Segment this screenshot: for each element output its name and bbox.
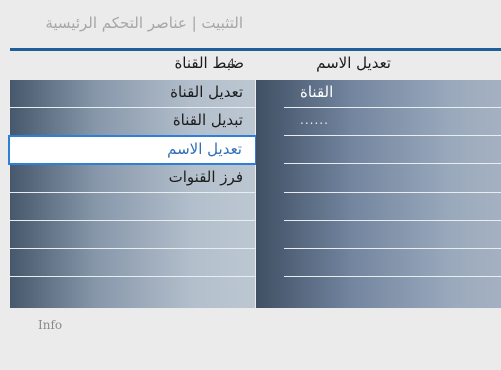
right-menu-panel: القناة ...... <box>256 80 501 308</box>
submenu-item-empty <box>284 221 501 249</box>
menu-item-label: تعديل الاسم <box>167 140 242 158</box>
breadcrumb-bar: التثبيت | عناصر التحكم الرئيسية <box>0 0 501 48</box>
submenu-item-empty <box>284 136 501 164</box>
menu-item-edit-channel[interactable]: تعديل القناة <box>10 80 255 108</box>
menu-item-label: تبديل القناة <box>172 111 243 129</box>
submenu-item-label: ...... <box>300 113 329 127</box>
header-left-value: 4 <box>228 57 235 70</box>
menu-item-empty[interactable] <box>10 277 255 305</box>
submenu-item-label: القناة <box>300 83 334 101</box>
info-footer: Info <box>10 308 501 370</box>
menu-item-empty[interactable] <box>10 249 255 277</box>
header-right-cell: تعديل الاسم <box>256 51 501 78</box>
info-label: Info <box>38 318 63 332</box>
menu-header-row: ضبط القناة 4 تعديل الاسم <box>10 51 501 78</box>
submenu-item-name-entry[interactable]: ...... <box>284 108 501 136</box>
menu-item-label: تعديل القناة <box>170 83 243 101</box>
menu-item-empty[interactable] <box>10 193 255 221</box>
menu-item-sort-channels[interactable]: فرز القنوات <box>10 165 255 193</box>
left-menu-panel: تعديل القناة تبديل القناة تعديل الاسم فر… <box>8 80 257 308</box>
menu-item-swap-channel[interactable]: تبديل القناة <box>10 108 255 136</box>
menu-item-edit-name[interactable]: تعديل الاسم <box>8 135 257 165</box>
submenu-item-empty <box>284 193 501 221</box>
submenu-item-empty <box>284 165 501 193</box>
breadcrumb: التثبيت | عناصر التحكم الرئيسية <box>45 14 243 32</box>
submenu-item-channel[interactable]: القناة <box>284 80 501 108</box>
menu-item-empty[interactable] <box>10 221 255 249</box>
submenu-item-empty <box>284 249 501 277</box>
menu-item-label: فرز القنوات <box>168 168 243 186</box>
submenu-item-empty <box>284 277 501 305</box>
header-right-label: تعديل الاسم <box>316 54 391 72</box>
header-left-cell: ضبط القناة 4 <box>10 51 256 78</box>
